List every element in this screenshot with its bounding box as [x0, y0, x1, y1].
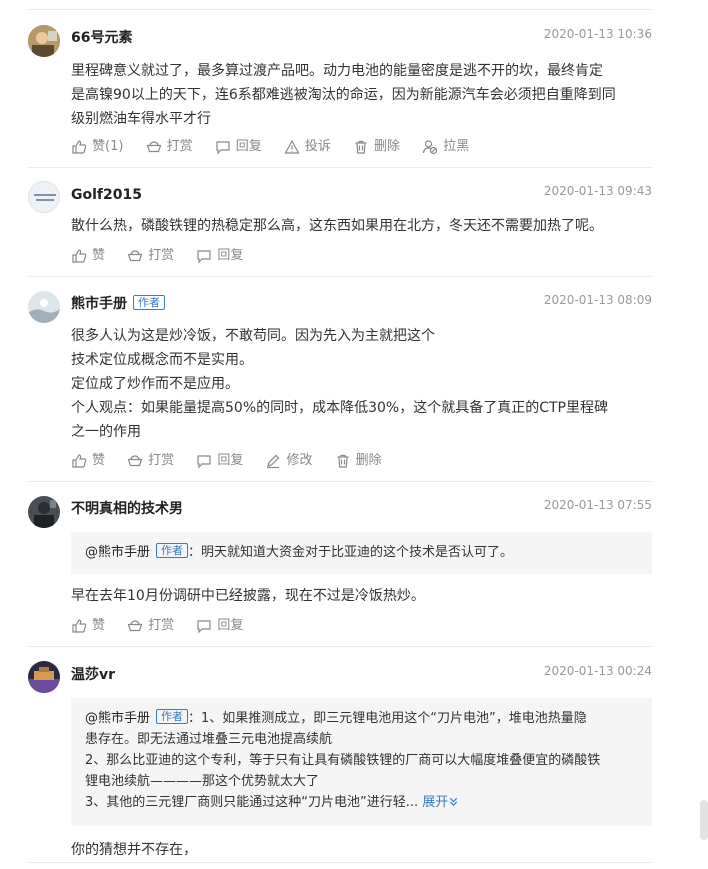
- block-button[interactable]: 拉黑: [422, 137, 469, 157]
- reply-button[interactable]: 回复: [196, 246, 243, 266]
- text-line: 之一的作用: [71, 424, 141, 440]
- avatar[interactable]: [28, 661, 60, 693]
- avatar[interactable]: [28, 25, 60, 57]
- action-bar: 赞 打赏 回复: [71, 616, 261, 636]
- text-line: 散什么热，磷酸铁锂的热稳定那么高，这东西如果用在北方，冬天还不需要加热了呢。: [71, 218, 603, 234]
- username[interactable]: Golf2015: [71, 186, 142, 204]
- text-line: 里程碑意义就过了，最多算过渡产品吧。动力电池的能量密度是逃不开的坎，最终肯定: [71, 63, 603, 79]
- quote-line: 患存在。即无法通过堆叠三元电池提高续航: [85, 732, 333, 747]
- reward-icon: [127, 250, 143, 262]
- reply-icon: [216, 141, 230, 155]
- quoted-username[interactable]: @熊市手册: [85, 545, 150, 560]
- text-line: 级别燃油车得水平才行: [71, 111, 211, 127]
- quoted-comment: @熊市手册 作者 ：1、如果推测成立，即三元锂电池用这个“刀片电池”，堆电池热量隐 …: [71, 698, 652, 826]
- text-line: 是高镍90以上的天下，连6系都难逃被淘汰的命运，因为新能源汽车会必须把自重降到同: [71, 87, 616, 103]
- comment-text: 散什么热，磷酸铁锂的热稳定那么高，这东西如果用在北方，冬天还不需要加热了呢。: [71, 214, 656, 238]
- username[interactable]: 温莎vr: [71, 666, 115, 684]
- quoted-comment: @熊市手册 作者 ：明天就知道大资金对于比亚迪的这个技术是否认可了。: [71, 532, 652, 574]
- divider: [28, 862, 652, 863]
- divider: [28, 167, 652, 168]
- text-line: 你的猜想并不存在，: [71, 842, 197, 858]
- trash-icon: [337, 454, 349, 468]
- text-line: 个人观点：如果能量提高50%的同时，成本降低30%，这个就具备了真正的CTP里程…: [71, 400, 609, 416]
- text-line: 定位成了炒作而不是应用。: [71, 376, 239, 392]
- thumbs-up-icon: [72, 454, 87, 468]
- timestamp: 2020-01-13 07:55: [543, 498, 652, 512]
- reply-button[interactable]: 回复: [215, 137, 262, 157]
- username[interactable]: 熊市手册 作者: [71, 295, 165, 313]
- reward-button[interactable]: 打赏: [127, 616, 174, 636]
- reward-icon: [127, 620, 143, 632]
- delete-button[interactable]: 删除: [353, 137, 400, 157]
- quote-line: 锂电池续航————那这个优势就太大了: [85, 774, 320, 789]
- divider: [28, 481, 652, 482]
- reply-button[interactable]: 回复: [196, 616, 243, 636]
- delete-button[interactable]: 删除: [335, 451, 382, 471]
- quote-line: @熊市手册 作者 ：1、如果推测成立，即三元锂电池用这个“刀片电池”，堆电池热量隐: [85, 709, 587, 726]
- action-bar: 赞 打赏 回复 修改 删除: [71, 451, 400, 471]
- action-bar: 赞(1) 打赏 回复 投诉 删除 拉黑: [71, 137, 487, 157]
- timestamp: 2020-01-13 10:36: [543, 27, 652, 41]
- reply-button[interactable]: 回复: [196, 451, 243, 471]
- quote-line: @熊市手册 作者 ：明天就知道大资金对于比亚迪的这个技术是否认可了。: [85, 543, 514, 560]
- author-tag: 作者: [156, 709, 189, 724]
- reward-button[interactable]: 打赏: [127, 246, 174, 266]
- expand-link[interactable]: 展开: [422, 795, 459, 810]
- username[interactable]: 不明真相的技术男: [71, 500, 183, 518]
- avatar[interactable]: [28, 181, 60, 213]
- divider: [28, 276, 652, 277]
- action-bar: 赞 打赏 回复: [71, 246, 261, 266]
- text-line: 技术定位成概念而不是实用。: [71, 352, 253, 368]
- report-button[interactable]: 投诉: [284, 137, 331, 157]
- chevron-double-down-icon: [450, 797, 458, 807]
- quote-line: 3、其他的三元锂厂商则只能通过这种“刀片电池”进行轻... 展开: [85, 792, 638, 813]
- like-button[interactable]: 赞: [71, 451, 105, 471]
- comment-text: 里程碑意义就过了，最多算过渡产品吧。动力电池的能量密度是逃不开的坎，最终肯定 是…: [71, 59, 656, 131]
- reward-icon: [146, 141, 161, 153]
- quoted-username[interactable]: @熊市手册: [85, 711, 150, 726]
- timestamp: 2020-01-13 09:43: [543, 184, 652, 198]
- quote-line: 2、那么比亚迪的这个专利，等于只有让具有磷酸铁锂的厂商可以大幅度堆叠便宜的磷酸铁: [85, 753, 601, 768]
- warning-icon: [284, 139, 300, 154]
- edit-button[interactable]: 修改: [265, 451, 312, 471]
- reply-icon: [197, 250, 211, 264]
- scrollbar-thumb[interactable]: [700, 800, 708, 840]
- like-button[interactable]: 赞: [71, 246, 105, 266]
- timestamp: 2020-01-13 00:24: [543, 664, 652, 678]
- avatar[interactable]: [28, 496, 60, 528]
- comment-text: 你的猜想并不存在，: [71, 838, 656, 862]
- comment-text: 早在去年10月份调研中已经披露，现在不过是冷饭热炒。: [71, 584, 656, 608]
- comment-text: 很多人认为这是炒冷饭，不敢苟同。因为先入为主就把这个 技术定位成概念而不是实用。…: [71, 324, 656, 444]
- reply-icon: [197, 455, 211, 469]
- thumbs-up-icon: [72, 249, 87, 263]
- like-button[interactable]: 赞(1): [71, 137, 123, 157]
- divider: [28, 9, 652, 10]
- block-user-icon: [423, 140, 438, 155]
- reward-button[interactable]: 打赏: [127, 451, 174, 471]
- username[interactable]: 66号元素: [71, 29, 132, 47]
- thumbs-up-icon: [72, 619, 87, 633]
- author-tag: 作者: [133, 295, 165, 310]
- reward-icon: [127, 455, 143, 467]
- avatar[interactable]: [28, 291, 60, 323]
- text-line: 早在去年10月份调研中已经披露，现在不过是冷饭热炒。: [71, 588, 425, 604]
- divider: [28, 646, 652, 647]
- trash-icon: [355, 140, 367, 154]
- reply-icon: [197, 620, 211, 634]
- author-tag: 作者: [156, 543, 189, 558]
- text-line: 很多人认为这是炒冷饭，不敢苟同。因为先入为主就把这个: [71, 328, 435, 344]
- timestamp: 2020-01-13 08:09: [543, 293, 652, 307]
- pencil-icon: [267, 454, 280, 469]
- like-button[interactable]: 赞: [71, 616, 105, 636]
- reward-button[interactable]: 打赏: [146, 137, 193, 157]
- thumbs-up-icon: [72, 140, 87, 154]
